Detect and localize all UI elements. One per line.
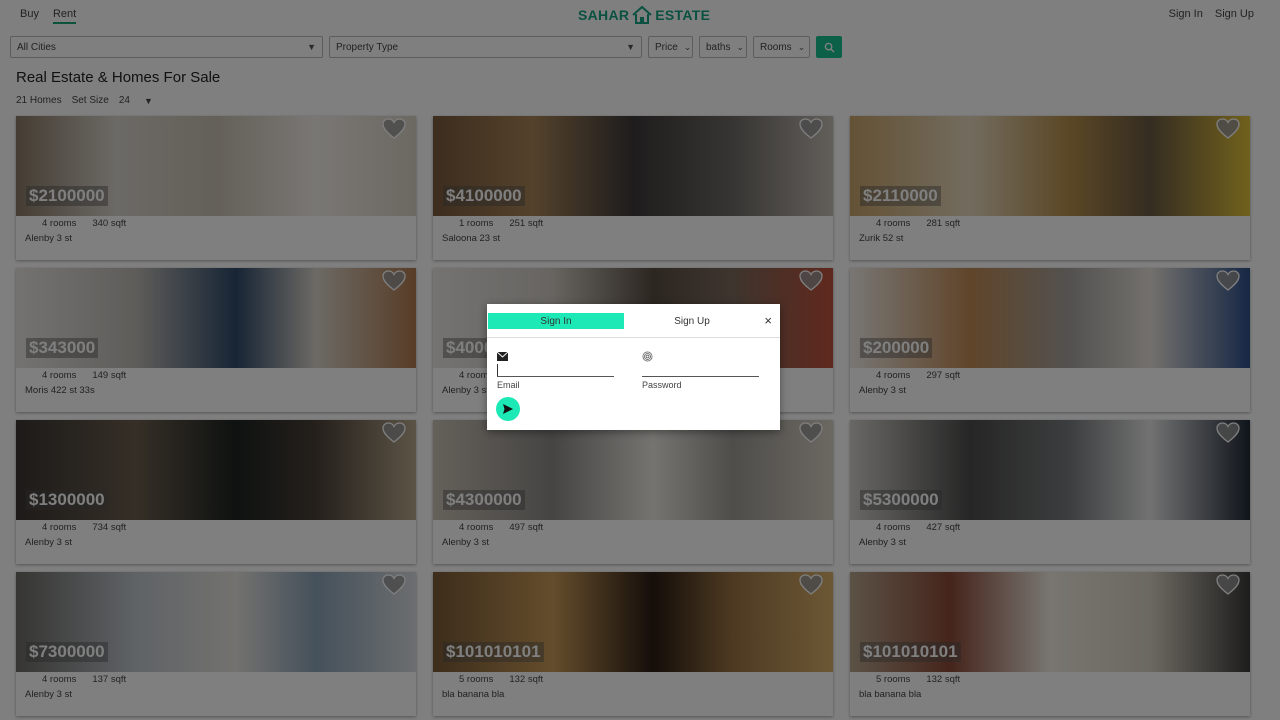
close-icon[interactable]: ×	[764, 314, 772, 328]
email-underline	[497, 376, 614, 377]
modal-divider	[487, 337, 780, 338]
send-icon	[503, 404, 513, 414]
fingerprint-icon	[642, 351, 653, 362]
email-label: Email	[497, 380, 520, 390]
auth-tabs: Sign In Sign Up	[488, 313, 779, 329]
password-label: Password	[642, 380, 682, 390]
tab-sign-up[interactable]: Sign Up	[624, 313, 760, 329]
password-underline	[642, 376, 759, 377]
text-caret	[497, 364, 498, 376]
auth-modal: Sign In Sign Up × Email Password	[487, 304, 780, 430]
mail-icon	[497, 352, 508, 361]
send-button[interactable]	[496, 397, 520, 421]
tab-sign-in[interactable]: Sign In	[488, 313, 624, 329]
